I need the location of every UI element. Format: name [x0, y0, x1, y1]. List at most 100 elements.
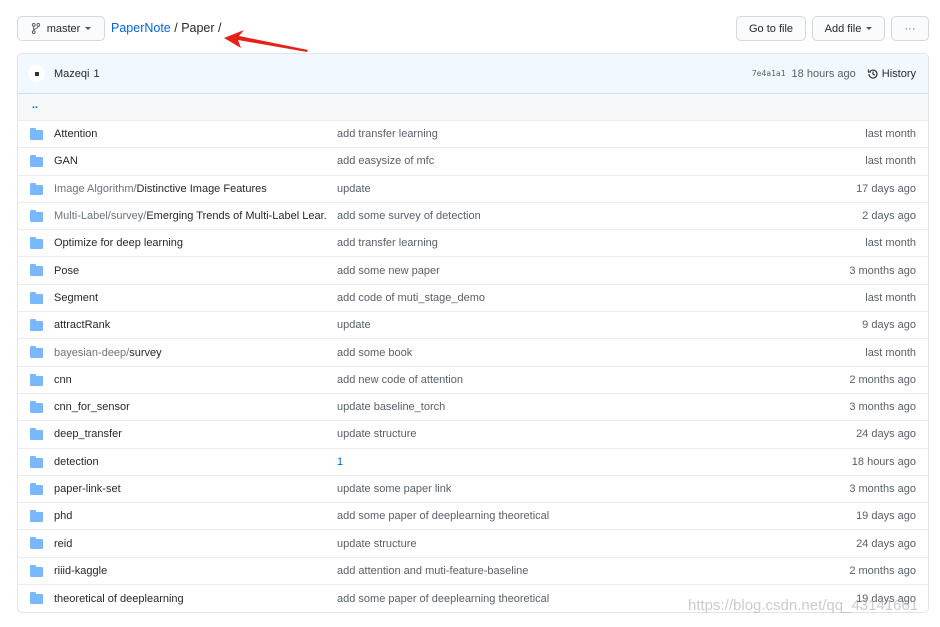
- folder-name-link[interactable]: phd: [54, 510, 326, 522]
- commit-message-link[interactable]: add code of muti_stage_demo: [337, 292, 485, 304]
- file-row: cnn_for_sensor update baseline_torch 3 m…: [18, 394, 928, 422]
- commit-message-link[interactable]: add some new paper: [337, 265, 440, 277]
- folder-name: theoretical of deeplearning: [54, 592, 184, 605]
- folder-icon: [30, 128, 43, 140]
- file-row: Attention add transfer learning last mon…: [18, 121, 928, 149]
- folder-name-link[interactable]: bayesian-deep/survey: [54, 347, 326, 359]
- branch-label: master: [46, 22, 81, 35]
- commit-author[interactable]: Mazeqi: [54, 68, 89, 80]
- commit-sha[interactable]: 7e4a1a1: [752, 69, 786, 78]
- commit-date: last month: [865, 291, 916, 304]
- folder-name-link[interactable]: Attention: [54, 128, 326, 140]
- commit-message-link[interactable]: update structure: [337, 538, 417, 550]
- file-row: attractRank update 9 days ago: [18, 312, 928, 340]
- commit-message-link[interactable]: update structure: [337, 428, 417, 440]
- commit-date: 2 days ago: [862, 210, 916, 223]
- commit-message-link[interactable]: add some survey of detection: [337, 210, 481, 222]
- folder-icon: [30, 428, 43, 441]
- commit-message-link[interactable]: add some book: [337, 347, 412, 359]
- folder-name: Attention: [54, 128, 98, 141]
- folder-name: GAN: [54, 155, 78, 168]
- folder-icon: [30, 264, 43, 277]
- file-row: phd add some paper of deeplearning theor…: [18, 503, 928, 531]
- commit-message-link[interactable]: update: [337, 183, 371, 195]
- folder-name-link[interactable]: deep_transfer: [54, 428, 326, 440]
- history-icon: [867, 68, 878, 79]
- parent-directory-link[interactable]: ..: [18, 94, 928, 121]
- folder-icon: [30, 237, 43, 250]
- commit-date: last month: [865, 128, 916, 141]
- breadcrumb-repo-link[interactable]: PaperNote: [111, 21, 171, 35]
- file-row: deep_transfer update structure 24 days a…: [18, 421, 928, 449]
- folder-name-link[interactable]: attractRank: [54, 319, 326, 331]
- folder-name-link[interactable]: paper-link-set: [54, 483, 326, 495]
- folder-name: attractRank: [54, 319, 111, 332]
- folder-name-link[interactable]: Segment: [54, 292, 326, 304]
- folder-name-link[interactable]: Image Algorithm/Distinctive Image Featur…: [54, 183, 326, 195]
- folder-name: survey: [129, 346, 162, 359]
- commit-message-link[interactable]: update some paper link: [337, 483, 451, 495]
- add-file-label: Add file: [824, 22, 862, 35]
- commit-message-link[interactable]: 1: [337, 456, 343, 468]
- folder-icon: [30, 510, 43, 523]
- folder-name-link[interactable]: theoretical of deeplearning: [54, 593, 326, 605]
- commit-message-link[interactable]: update baseline_torch: [337, 401, 445, 413]
- folder-name-link[interactable]: cnn_for_sensor: [54, 401, 326, 413]
- folder-name: riiid-kaggle: [54, 564, 108, 577]
- add-file-button[interactable]: Add file: [812, 16, 885, 41]
- caret-down-icon: [866, 27, 873, 30]
- folder-icon: [30, 291, 43, 304]
- commit-message-link[interactable]: add easysize of mfc: [337, 155, 434, 167]
- commit-message-link[interactable]: add transfer learning: [337, 128, 438, 140]
- folder-name-link[interactable]: detection: [54, 456, 326, 468]
- history-link[interactable]: History: [867, 68, 916, 80]
- breadcrumb: PaperNote / Paper /: [111, 21, 222, 35]
- folder-name-link[interactable]: GAN: [54, 155, 326, 167]
- folder-name-link[interactable]: Multi-Label/survey/Emerging Trends of Mu…: [54, 210, 326, 222]
- file-row: Pose add some new paper 3 months ago: [18, 257, 928, 285]
- latest-commit-bar: Mazeqi 1 7e4a1a1 18 hours ago History: [18, 54, 928, 94]
- commit-date: 2 months ago: [849, 373, 916, 386]
- git-branch-icon: [31, 23, 40, 34]
- folder-name-link[interactable]: Optimize for deep learning: [54, 237, 326, 249]
- watermark: https://blog.csdn.net/qq_43141661: [688, 597, 919, 614]
- commit-message-link[interactable]: update: [337, 319, 371, 331]
- commit-message[interactable]: 1: [93, 68, 99, 80]
- avatar[interactable]: [28, 65, 45, 82]
- folder-name: cnn: [54, 373, 72, 386]
- file-row: reid update structure 24 days ago: [18, 530, 928, 558]
- commit-date: 24 days ago: [856, 428, 916, 441]
- commit-message-link[interactable]: add attention and muti-feature-baseline: [337, 565, 528, 577]
- file-row: Segment add code of muti_stage_demo last…: [18, 285, 928, 313]
- folder-name-link[interactable]: riiid-kaggle: [54, 565, 326, 577]
- commit-date: 9 days ago: [862, 319, 916, 332]
- folder-icon: [30, 346, 43, 359]
- commit-message-link[interactable]: add some paper of deeplearning theoretic…: [337, 510, 549, 522]
- folder-icon: [30, 209, 43, 222]
- folder-name: paper-link-set: [54, 483, 121, 495]
- commit-date: 2 months ago: [849, 564, 916, 577]
- commit-message-link[interactable]: add some paper of deeplearning theoretic…: [337, 593, 549, 605]
- branch-select-button[interactable]: master: [17, 16, 105, 41]
- commit-date: 24 days ago: [856, 537, 916, 550]
- commit-time: 18 hours ago: [791, 67, 856, 80]
- commit-message-link[interactable]: add new code of attention: [337, 374, 463, 386]
- go-to-file-button[interactable]: Go to file: [736, 16, 806, 41]
- file-row: bayesian-deep/survey add some book last …: [18, 339, 928, 367]
- more-options-button[interactable]: ···: [891, 16, 929, 41]
- commit-date: last month: [865, 237, 916, 250]
- commit-message-link[interactable]: add transfer learning: [337, 237, 438, 249]
- breadcrumb-separator: /: [170, 21, 182, 35]
- file-row: Multi-Label/survey/Emerging Trends of Mu…: [18, 203, 928, 231]
- folder-name-link[interactable]: reid: [54, 538, 326, 550]
- folder-name: Pose: [54, 264, 80, 277]
- folder-name: Segment: [54, 291, 99, 304]
- folder-icon: [30, 482, 43, 495]
- red-arrow-annotation: [224, 30, 308, 52]
- folder-name-link[interactable]: cnn: [54, 374, 326, 386]
- folder-name-link[interactable]: Pose: [54, 265, 326, 277]
- folder-icon: [30, 564, 43, 577]
- folder-icon: [30, 592, 43, 605]
- folder-path-prefix: Multi-Label/survey/: [54, 210, 147, 223]
- commit-date: 3 months ago: [849, 401, 916, 414]
